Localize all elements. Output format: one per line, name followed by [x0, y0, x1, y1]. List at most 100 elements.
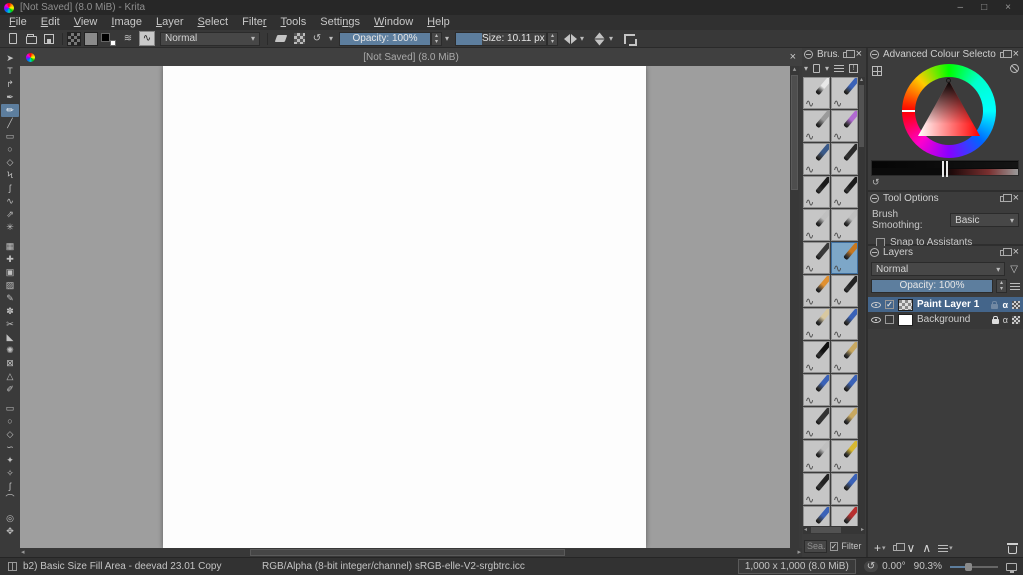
menu-layer[interactable]: Layer — [149, 15, 191, 30]
wrap-around-mode-icon[interactable] — [624, 33, 638, 46]
foreground-background-color-button[interactable] — [101, 32, 116, 46]
layer-row[interactable]: Background α — [868, 312, 1023, 327]
filter-checkbox[interactable]: ✓ — [829, 541, 839, 551]
fit-to-screen-icon[interactable] — [1006, 562, 1017, 573]
size-slider[interactable]: Size: 10.11 px — [455, 31, 548, 46]
preset-vertical-scrollbar[interactable]: ▴ — [858, 77, 865, 532]
elliptical-selection-tool[interactable]: ○ — [1, 415, 19, 428]
opacity-slider[interactable]: Opacity: 100% — [339, 31, 432, 46]
brush-preset-tile[interactable]: ∿ — [831, 77, 858, 109]
brush-preset-tile[interactable]: ∿ — [803, 242, 830, 274]
menu-file[interactable]: File — [2, 15, 34, 30]
lock-icon[interactable] — [991, 300, 999, 309]
brush-preset-tile[interactable]: ∿ — [803, 110, 830, 142]
preserve-alpha-button[interactable] — [292, 32, 306, 46]
scroll-left-icon[interactable]: ◂ — [21, 548, 25, 557]
close-docker-icon[interactable]: × — [1011, 48, 1021, 61]
bezier-curve-tool[interactable]: ʃ — [1, 182, 19, 195]
layer-visibility-icon[interactable] — [871, 301, 881, 308]
colorize-mask-tool[interactable]: ⊠ — [1, 357, 19, 370]
brush-preset-tile[interactable]: ∿ — [831, 308, 858, 340]
menu-help[interactable]: Help — [420, 15, 457, 30]
brush-docker-header[interactable]: Brus... × — [802, 48, 866, 61]
opacity-dropdown-arrow[interactable]: ▾ — [442, 34, 452, 43]
freehand-path-tool[interactable]: ∿ — [1, 195, 19, 208]
subwindow-titlebar[interactable]: [Not Saved] (8.0 MiB) × — [20, 48, 802, 66]
selector-settings-icon[interactable] — [872, 66, 882, 76]
brush-preset-tile[interactable]: ∿ — [803, 176, 830, 208]
shade-reset-icon[interactable]: ↺ — [872, 177, 880, 188]
scroll-up-icon[interactable]: ▴ — [858, 77, 865, 84]
line-tool[interactable]: ╱ — [1, 117, 19, 130]
edit-shapes-tool[interactable]: ↱ — [1, 78, 19, 91]
transform-tool[interactable]: ▦ — [1, 240, 19, 253]
canvas-viewport[interactable] — [20, 66, 790, 548]
menu-window[interactable]: Window — [367, 15, 420, 30]
ellipse-tool[interactable]: ○ — [1, 143, 19, 156]
brush-preset-tile[interactable]: ∿ — [803, 143, 830, 175]
reload-dropdown-arrow[interactable]: ▾ — [326, 34, 336, 43]
lock-icon[interactable] — [991, 315, 999, 324]
vertical-scrollbar-thumb[interactable] — [791, 75, 798, 190]
zoom-slider[interactable] — [950, 562, 998, 571]
brush-preset-tile[interactable]: ∿ — [831, 242, 858, 274]
close-docker-icon[interactable]: × — [854, 48, 864, 61]
gradient-tool[interactable]: ▨ — [1, 279, 19, 292]
gradient-chooser-button[interactable] — [67, 31, 81, 46]
rotation-reset-icon[interactable]: ↺ — [863, 561, 879, 572]
choose-brush-preset-button[interactable]: ∿ — [139, 31, 155, 46]
brush-preset-tile[interactable]: ∿ — [831, 374, 858, 406]
brush-preset-tile[interactable]: ∿ — [831, 341, 858, 373]
move-tool[interactable]: ✚ — [1, 253, 19, 266]
brush-preset-tile[interactable]: ∿ — [803, 440, 830, 472]
inherit-alpha-icon[interactable] — [1012, 315, 1020, 324]
layer-blending-mode-dropdown[interactable]: Normal ▾ — [871, 262, 1006, 276]
duplicate-layer-button[interactable] — [892, 543, 905, 551]
hue-ring[interactable] — [902, 64, 996, 158]
colour-selector-header[interactable]: Advanced Colour Selector × — [868, 48, 1023, 61]
menu-image[interactable]: Image — [104, 15, 149, 30]
brush-preset-tile[interactable]: ∿ — [803, 77, 830, 109]
mirror-horizontal-dropdown-arrow[interactable]: ▾ — [577, 34, 587, 43]
inherit-alpha-icon[interactable] — [1012, 300, 1020, 309]
polygon-tool[interactable]: ◇ — [1, 156, 19, 169]
close-docker-icon[interactable]: × — [1011, 192, 1021, 205]
maximize-button[interactable]: □ — [981, 0, 987, 15]
zoom-slider-thumb[interactable] — [965, 562, 972, 571]
brush-preset-tile[interactable]: ∿ — [831, 143, 858, 175]
menu-select[interactable]: Select — [191, 15, 236, 30]
blending-mode-dropdown[interactable]: Normal ▾ — [160, 31, 260, 46]
alpha-icon[interactable]: α — [1002, 300, 1008, 310]
new-document-button[interactable] — [6, 32, 20, 46]
gamut-mask-off-icon[interactable] — [1010, 64, 1019, 73]
opacity-spinner[interactable]: ▴ ▾ — [431, 31, 443, 46]
eraser-mode-button[interactable] — [274, 32, 288, 46]
menu-view[interactable]: View — [67, 15, 105, 30]
brush-preset-tile[interactable]: ∿ — [803, 275, 830, 307]
measure-tool[interactable]: △ — [1, 370, 19, 383]
brush-preset-tile[interactable]: ∿ — [831, 176, 858, 208]
pattern-chooser-button[interactable] — [84, 31, 98, 46]
polygonal-selection-tool[interactable]: ◇ — [1, 428, 19, 441]
brush-smoothing-dropdown[interactable]: Basic ▾ — [950, 213, 1019, 227]
float-docker-icon[interactable] — [999, 49, 1012, 58]
contiguous-selection-tool[interactable]: ✦ — [1, 454, 19, 467]
edit-brush-settings-button[interactable]: ≋ — [121, 32, 135, 46]
layer-options-icon[interactable] — [1010, 282, 1020, 290]
delete-layer-button[interactable] — [1007, 542, 1018, 554]
subwindow-close-button[interactable]: × — [790, 51, 796, 63]
reload-preset-button[interactable]: ↺ — [310, 32, 324, 46]
statusbar-rotation-angle[interactable]: 0.00° — [882, 561, 905, 572]
move-layer-up-button[interactable]: ∧ — [922, 541, 931, 555]
statusbar-zoom-value[interactable]: 90.3% — [914, 561, 942, 572]
multibrush-tool[interactable]: ✳ — [1, 221, 19, 234]
preset-horizontal-scrollbar[interactable]: ◂ ▸ — [803, 526, 865, 534]
brush-preset-tile[interactable]: ∿ — [831, 275, 858, 307]
freehand-brush-tool[interactable]: ✏ — [1, 104, 19, 117]
layer-checkbox[interactable]: ✓ — [885, 300, 894, 309]
magnetic-selection-tool[interactable]: ⌒ — [1, 493, 19, 506]
preset-search-input[interactable]: Sea... — [804, 539, 827, 553]
brush-preset-tile[interactable]: ∿ — [803, 308, 830, 340]
preset-details-icon[interactable]: ! — [849, 64, 859, 73]
rectangular-selection-tool[interactable]: ▭ — [1, 402, 19, 415]
